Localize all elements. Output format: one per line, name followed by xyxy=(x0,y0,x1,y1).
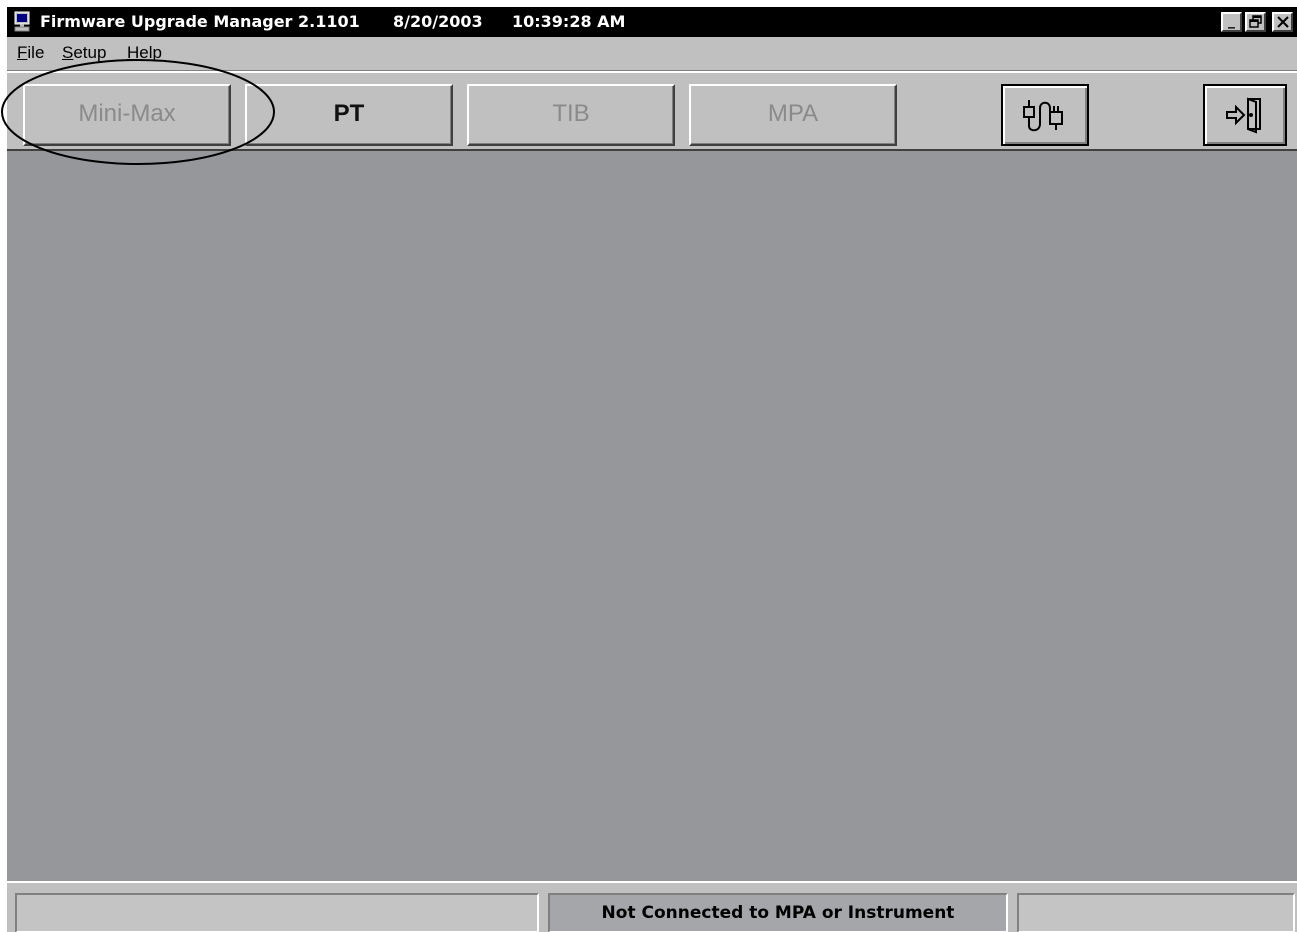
title-date: 8/20/2003 xyxy=(393,12,483,31)
status-bar: Not Connected to MPA or Instrument xyxy=(7,881,1297,932)
menu-help[interactable]: Help xyxy=(127,43,162,63)
minimize-button[interactable]: _ xyxy=(1221,12,1242,32)
menu-bar: File Setup Help xyxy=(7,37,1297,71)
pt-button-label: PT xyxy=(333,100,365,127)
minimax-button-label: Mini-Max xyxy=(78,100,176,127)
minimize-icon: _ xyxy=(1228,13,1235,29)
close-icon xyxy=(1276,16,1289,28)
menu-help-label: elp xyxy=(139,43,162,62)
menu-setup-label: etup xyxy=(73,43,107,62)
computer-icon xyxy=(14,11,30,32)
exit-door-icon xyxy=(1226,97,1261,134)
workspace-area xyxy=(7,151,1297,881)
tib-button-label: TIB xyxy=(552,100,590,127)
restore-icon xyxy=(1249,15,1262,28)
app-window: Firmware Upgrade Manager 2.1101 8/20/200… xyxy=(7,7,1297,932)
mpa-button-label: MPA xyxy=(767,100,819,127)
menu-file[interactable]: File xyxy=(17,43,44,63)
menu-help-accel: H xyxy=(127,43,140,62)
toolbar: Mini-Max PT TIB MPA xyxy=(7,71,1297,151)
tib-button[interactable]: TIB xyxy=(467,84,675,146)
title-time: 10:39:28 AM xyxy=(512,12,626,31)
restore-button[interactable] xyxy=(1245,12,1266,32)
close-button[interactable] xyxy=(1272,12,1293,32)
menu-setup[interactable]: Setup xyxy=(62,43,106,63)
pt-button[interactable]: PT xyxy=(245,84,453,146)
menu-file-accel: F xyxy=(17,43,28,62)
menu-setup-accel: S xyxy=(62,43,74,62)
connect-button[interactable] xyxy=(1001,84,1089,146)
exit-button[interactable] xyxy=(1203,84,1287,146)
status-panel-right xyxy=(1017,893,1295,932)
status-panel-left xyxy=(15,893,539,932)
plug-connect-icon xyxy=(1023,100,1063,132)
connection-status: Not Connected to MPA or Instrument xyxy=(548,893,1008,932)
title-bar[interactable]: Firmware Upgrade Manager 2.1101 8/20/200… xyxy=(7,7,1297,37)
minimax-button[interactable]: Mini-Max xyxy=(23,84,231,146)
window-title: Firmware Upgrade Manager 2.1101 xyxy=(40,12,360,31)
menu-file-label: ile xyxy=(27,43,45,62)
mpa-button[interactable]: MPA xyxy=(689,84,897,146)
